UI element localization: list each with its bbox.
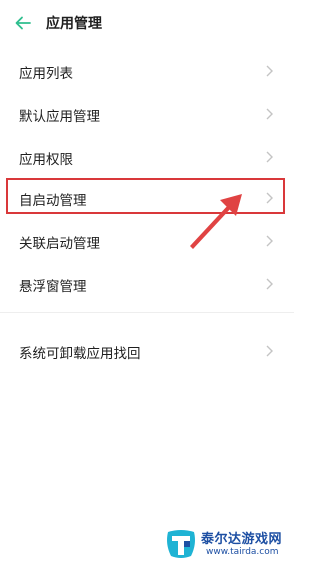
back-button[interactable] (10, 10, 36, 36)
watermark-url: www.tairda.com (206, 547, 279, 557)
chevron-right-icon (266, 151, 273, 163)
menu-item-label: 关联启动管理 (19, 236, 100, 252)
menu-item-associated-launch[interactable]: 关联启动管理 (0, 223, 294, 259)
watermark: 泰尔达游戏网 www.tairda.com (164, 526, 292, 562)
section-divider (0, 312, 294, 313)
menu-item-app-permissions[interactable]: 应用权限 (0, 139, 294, 175)
chevron-right-icon (266, 345, 273, 357)
menu-item-default-apps[interactable]: 默认应用管理 (0, 96, 294, 132)
arrow-left-icon (15, 16, 31, 30)
menu-item-label: 应用列表 (19, 66, 73, 82)
chevron-right-icon (266, 278, 273, 290)
annotation-arrow-icon (190, 194, 242, 249)
menu-item-label: 应用权限 (19, 152, 73, 168)
page-title: 应用管理 (46, 16, 102, 32)
menu-item-floating-window[interactable]: 悬浮窗管理 (0, 266, 294, 302)
header-bar: 应用管理 (0, 0, 294, 46)
menu-item-restore-apps[interactable]: 系统可卸载应用找回 (0, 333, 294, 369)
menu-item-app-list[interactable]: 应用列表 (0, 53, 294, 89)
menu-item-label: 悬浮窗管理 (19, 279, 87, 295)
menu-item-label: 默认应用管理 (19, 109, 100, 125)
chevron-right-icon (266, 108, 273, 120)
chevron-right-icon (266, 235, 273, 247)
watermark-name: 泰尔达游戏网 (201, 532, 283, 547)
site-logo-icon (167, 530, 195, 558)
menu-item-label: 系统可卸载应用找回 (19, 346, 141, 362)
chevron-right-icon (266, 65, 273, 77)
